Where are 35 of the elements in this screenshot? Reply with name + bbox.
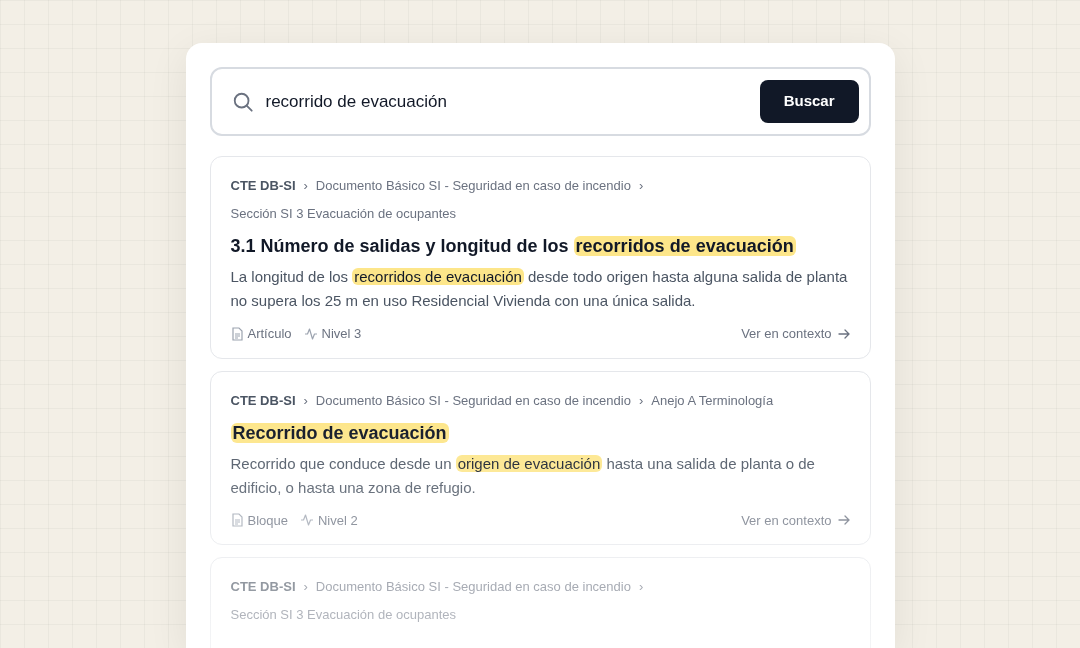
breadcrumb-separator: › [303, 578, 308, 596]
result-card[interactable] [209, 370, 871, 545]
result-card[interactable] [209, 156, 871, 359]
activity-icon [300, 514, 314, 527]
result-type: Bloque [247, 511, 288, 530]
result-snippet: Recorrido que conduce desde un origen de evacuación hasta una salida de planta o de edificio, o hasta una zona de refugio. [230, 453, 816, 498]
search-icon [231, 90, 254, 113]
breadcrumb-item[interactable]: CTE DB-SI [230, 176, 296, 195]
context-link[interactable]: Ver en contexto [741, 324, 850, 344]
breadcrumb-separator: › [638, 177, 644, 195]
breadcrumb-item[interactable]: Documento Básico SI - Seguridad en caso de incendio [315, 176, 631, 195]
result-card[interactable]: CTE DB-SI › Documento Básico SI - Seguridad en caso de incendio › Sección SI 3 Evacuación de ocupantes [209, 557, 871, 648]
result-title[interactable]: 3.1 Número de salidas y longitud de los recorridos de evacuación [230, 232, 850, 260]
breadcrumb-separator: › [638, 391, 644, 410]
breadcrumb-item[interactable]: CTE DB-SI [230, 390, 296, 410]
arrow-right-icon [837, 515, 850, 526]
context-link[interactable]: Ver en contexto [741, 510, 850, 530]
breadcrumb-separator: › [303, 177, 308, 195]
result-snippet: La longitud de los recorridos de evacuación desde todo origen hasta alguna salida de planta no supera los 25 m en uso Residencial Vivienda con una única salida. [230, 267, 849, 311]
result-type: Artículo [247, 325, 292, 343]
document-icon [230, 513, 244, 528]
breadcrumb-item[interactable]: Anejo A Terminología [651, 390, 774, 410]
result-level: Nivel 3 [321, 325, 362, 343]
breadcrumb-item[interactable]: CTE DB-SI [230, 577, 296, 596]
search-field[interactable]: recorrido de evacuación Buscar [209, 67, 871, 136]
result-title[interactable]: Recorrido de evacuación [230, 418, 850, 447]
document-icon [230, 326, 244, 341]
result-level: Nivel 2 [318, 511, 358, 530]
breadcrumb-separator: › [638, 578, 644, 596]
breadcrumb-separator: › [303, 391, 308, 410]
search-button[interactable]: Buscar [759, 80, 859, 123]
breadcrumb-item[interactable]: Documento Básico SI - Seguridad en caso de incendio [315, 390, 631, 410]
arrow-right-icon [837, 328, 850, 339]
breadcrumb-item[interactable]: Sección SI 3 Evacuación de ocupantes [230, 204, 456, 223]
activity-icon [303, 327, 318, 340]
